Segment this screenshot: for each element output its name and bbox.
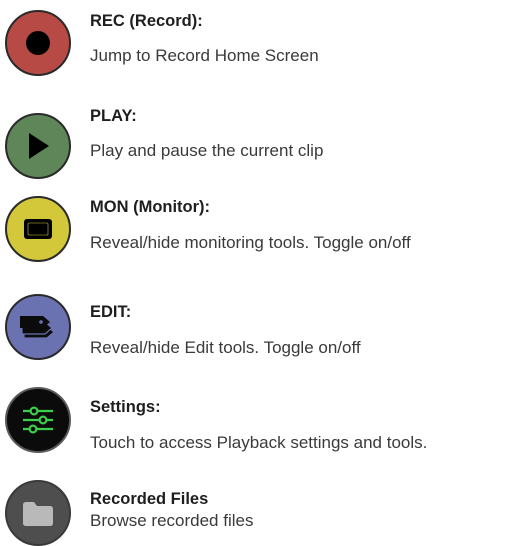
record-icon bbox=[25, 30, 51, 56]
edit-tags-icon bbox=[20, 313, 56, 341]
rec-button[interactable] bbox=[5, 10, 71, 76]
play-description: Play and pause the current clip bbox=[90, 141, 324, 160]
recorded-files-title: Recorded Files bbox=[90, 490, 209, 508]
edit-description: Reveal/hide Edit tools. Toggle on/off bbox=[90, 338, 361, 357]
mon-button[interactable] bbox=[5, 196, 71, 262]
settings-sliders-icon bbox=[21, 405, 55, 435]
edit-button[interactable] bbox=[5, 294, 71, 360]
recorded-files-description: Browse recorded files bbox=[90, 511, 254, 530]
settings-button[interactable] bbox=[5, 387, 71, 453]
play-title: PLAY: bbox=[90, 107, 137, 125]
rec-description: Jump to Record Home Screen bbox=[90, 46, 319, 65]
edit-title: EDIT: bbox=[90, 303, 132, 321]
play-button[interactable] bbox=[5, 113, 71, 179]
settings-title: Settings: bbox=[90, 398, 161, 416]
play-icon bbox=[26, 132, 50, 160]
mon-title: MON (Monitor): bbox=[90, 198, 211, 216]
mon-description: Reveal/hide monitoring tools. Toggle on/… bbox=[90, 233, 411, 252]
folder-icon bbox=[21, 499, 55, 527]
monitor-icon bbox=[23, 218, 53, 240]
rec-title: REC (Record): bbox=[90, 12, 203, 30]
recorded-files-button[interactable] bbox=[5, 480, 71, 546]
settings-description: Touch to access Playback settings and to… bbox=[90, 433, 428, 452]
